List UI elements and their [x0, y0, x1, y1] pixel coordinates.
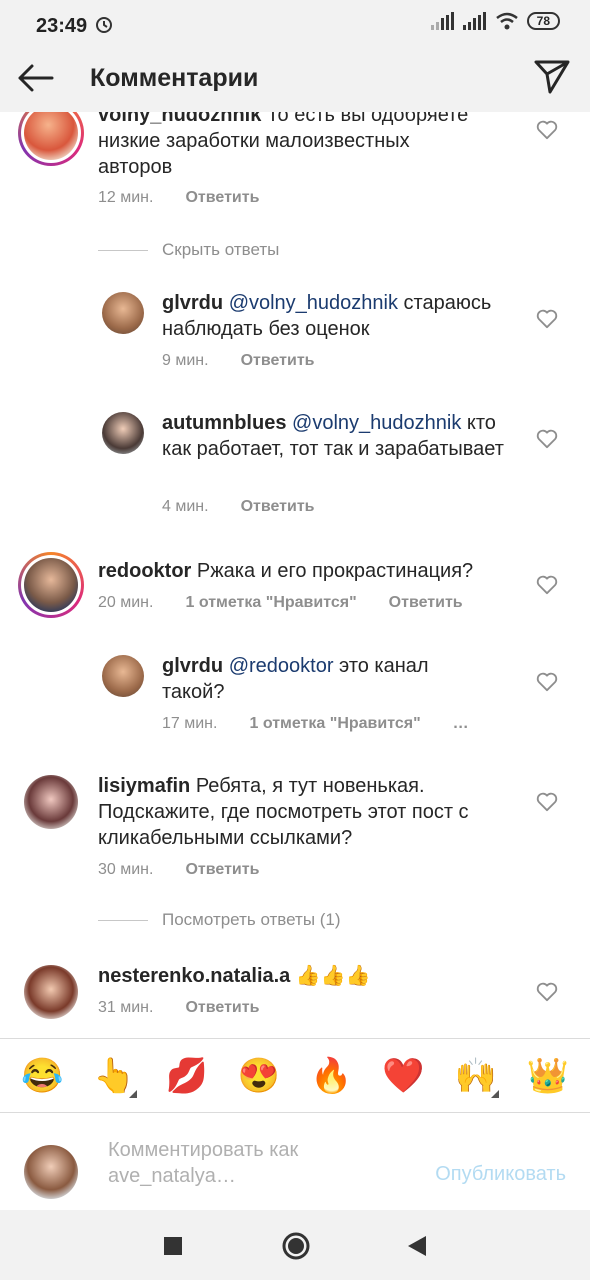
back-arrow-icon[interactable] [16, 58, 56, 98]
comment-input[interactable]: Комментировать как ave_natalya… [108, 1137, 368, 1189]
view-replies-toggle[interactable]: Посмотреть ответы (1) [98, 910, 341, 930]
avatar[interactable] [102, 412, 144, 454]
hide-replies-label: Скрыть ответы [162, 240, 280, 259]
comment-body: 👍👍👍 [295, 965, 371, 987]
reply-meta: 9 мин. Ответить [162, 352, 315, 370]
like-heart-icon[interactable] [536, 429, 558, 449]
like-heart-icon[interactable] [536, 982, 558, 1002]
view-replies-label: Посмотреть ответы (1) [162, 910, 341, 929]
comment-username[interactable]: redooktor [98, 560, 191, 582]
comment-text: redooktor Ржака и его прокрастинация? [98, 558, 508, 584]
reply-time: 4 мин. [162, 498, 209, 515]
signal-icon [430, 12, 454, 30]
publish-button[interactable]: Опубликовать [435, 1163, 566, 1186]
emoji-laughing[interactable]: 😂 [17, 1056, 67, 1096]
skin-tone-indicator [129, 1089, 138, 1098]
current-user-avatar [24, 1145, 78, 1199]
reply-button[interactable]: Ответить [241, 498, 315, 516]
emoji-raised-hands[interactable]: 🙌 [451, 1056, 501, 1098]
reply-username[interactable]: glvrdu [162, 292, 223, 314]
reply-button[interactable]: Ответить [185, 189, 259, 207]
wifi-icon [495, 12, 518, 30]
system-nav-bar [0, 1210, 590, 1280]
reply-mention[interactable]: @volny_hudozhnik [229, 292, 398, 314]
reply-meta: 17 мин. 1 отметка "Нравится" … [162, 715, 469, 733]
avatar[interactable] [24, 965, 78, 1019]
back-icon[interactable] [406, 1234, 428, 1258]
comment-text: nesterenko.natalia.a 👍👍👍 [98, 963, 518, 989]
comment-body: Ржака и его прокрастинация? [196, 560, 474, 582]
emoji-fire[interactable]: 🔥 [306, 1056, 356, 1096]
page-title: Комментарии [90, 64, 259, 92]
comment-username[interactable]: nesterenko.natalia.a [98, 965, 290, 987]
comment-username[interactable]: lisiymafin [98, 775, 190, 797]
reply-button[interactable]: Ответить [185, 861, 259, 879]
reply-mention[interactable]: @volny_hudozhnik [292, 412, 461, 434]
signal-icon-2 [462, 12, 486, 30]
recent-apps-icon[interactable] [163, 1236, 183, 1256]
emoji-quick-bar: 😂 👆 💋 😍 🔥 ❤️ 🙌 👑 [0, 1038, 590, 1112]
hide-replies-toggle[interactable]: Скрыть ответы [98, 240, 279, 260]
comment-time: 31 мин. [98, 999, 154, 1016]
emoji-heart-eyes[interactable]: 😍 [234, 1056, 284, 1096]
comment-meta: 20 мин. 1 отметка "Нравится" Ответить [98, 594, 463, 612]
like-heart-icon[interactable] [536, 120, 558, 140]
emoji-crown[interactable]: 👑 [523, 1056, 573, 1096]
reply-mention[interactable]: @redooktor [229, 655, 334, 677]
like-heart-icon[interactable] [536, 575, 558, 595]
direct-send-icon[interactable] [532, 56, 572, 96]
reply-text: glvrdu @redooktor это канал такой? [162, 653, 492, 705]
comment-username[interactable]: volny_hudozhnik [98, 112, 261, 126]
reply-time: 17 мин. [162, 715, 218, 732]
avatar[interactable] [24, 558, 78, 612]
battery-indicator: 78 [526, 12, 560, 30]
comment-input-bar: Комментировать как ave_natalya… Опублико… [0, 1112, 590, 1210]
comment-time: 20 мин. [98, 594, 154, 611]
skin-tone-indicator [490, 1089, 499, 1098]
emoji-pointing-up[interactable]: 👆 [89, 1056, 139, 1098]
like-heart-icon[interactable] [536, 792, 558, 812]
status-time: 23:49 [36, 15, 88, 37]
avatar[interactable] [102, 655, 144, 697]
emoji-red-heart[interactable]: ❤️ [378, 1056, 428, 1096]
avatar[interactable] [102, 292, 144, 334]
comment-text: volny_hudozhnik То есть вы одобряете низ… [98, 112, 488, 180]
reply-button[interactable]: Ответить [241, 352, 315, 370]
comment-meta: 30 мин. Ответить [98, 861, 259, 879]
comment-time: 30 мин. [98, 861, 154, 878]
avatar[interactable] [24, 775, 78, 829]
emoji-lips[interactable]: 💋 [162, 1056, 212, 1096]
home-icon[interactable] [282, 1232, 310, 1260]
comment-meta: 31 мин. Ответить [98, 999, 259, 1017]
comment-meta: 12 мин. Ответить [98, 189, 259, 207]
alarm-icon [96, 17, 112, 33]
more-options-button[interactable]: … [453, 715, 469, 733]
reply-button[interactable]: Ответить [185, 999, 259, 1017]
comment-text: lisiymafin Ребята, я тут новенькая. Подс… [98, 773, 518, 851]
header: Комментарии [0, 42, 590, 112]
status-bar: 23:49 78 [0, 0, 590, 42]
reply-username[interactable]: autumnblues [162, 412, 286, 434]
status-right: 78 [430, 12, 560, 30]
comments-list[interactable]: volny_hudozhnik То есть вы одобряете низ… [0, 112, 590, 1038]
reply-meta: 4 мин. Ответить [162, 498, 315, 516]
likes-count[interactable]: 1 отметка "Нравится" [249, 715, 420, 733]
comment-time: 12 мин. [98, 189, 154, 206]
reply-username[interactable]: glvrdu [162, 655, 223, 677]
reply-button[interactable]: Ответить [389, 594, 463, 612]
like-heart-icon[interactable] [536, 672, 558, 692]
reply-time: 9 мин. [162, 352, 209, 369]
reply-text: glvrdu @volny_hudozhnik стараюсь наблюда… [162, 290, 522, 342]
like-heart-icon[interactable] [536, 309, 558, 329]
likes-count[interactable]: 1 отметка "Нравится" [185, 594, 356, 612]
reply-text: autumnblues @volny_hudozhnik кто как раб… [162, 410, 522, 462]
